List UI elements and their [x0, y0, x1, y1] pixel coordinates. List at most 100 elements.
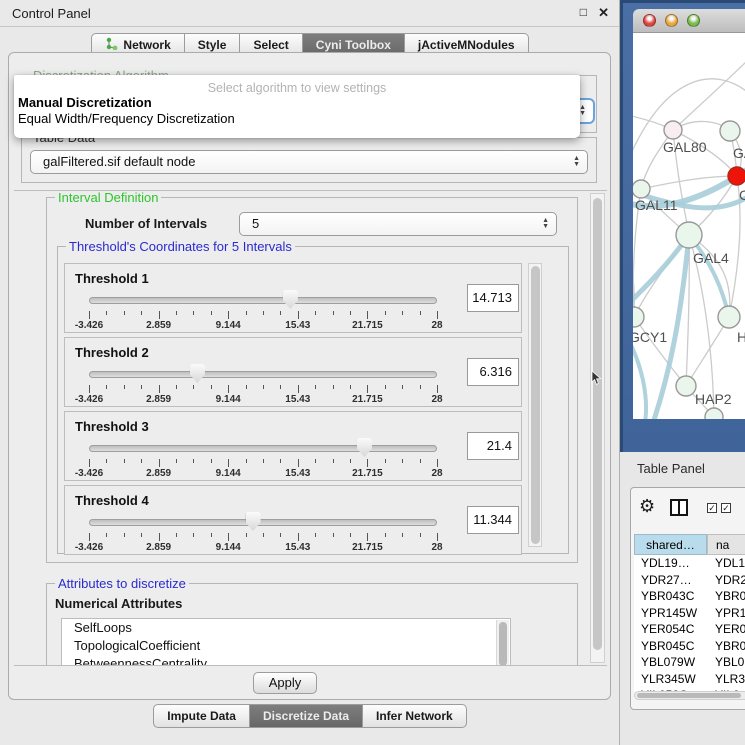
column-header-name[interactable]: na [707, 534, 745, 555]
node-top-right[interactable] [720, 121, 740, 141]
threshold-value-field[interactable]: 14.713 [467, 284, 519, 312]
node-bottom[interactable] [705, 408, 723, 419]
node-right[interactable] [718, 306, 740, 328]
algorithm-placeholder-option[interactable]: Select algorithm to view settings [14, 75, 580, 95]
table-cell[interactable]: YER0 [707, 621, 745, 638]
tab-infer-network[interactable]: Infer Network [363, 704, 467, 728]
minimize-traffic-light-icon[interactable] [665, 14, 678, 27]
slider-track[interactable] [89, 519, 437, 526]
algorithm-option[interactable]: Manual Discretization [14, 95, 580, 111]
table-row[interactable]: YER054CYER0 [634, 621, 745, 638]
table-cell[interactable]: YBR043C [634, 588, 707, 605]
threshold-value-field[interactable]: 21.4 [467, 432, 519, 460]
table-cell[interactable]: YBR0 [707, 588, 745, 605]
slider-handle[interactable] [246, 512, 261, 531]
node-gal80[interactable] [664, 121, 682, 139]
scrollbar-thumb[interactable] [637, 693, 741, 698]
scrollbar-thumb[interactable] [499, 622, 507, 666]
attributes-list-scrollbar[interactable] [496, 620, 509, 666]
attribute-list-item[interactable]: TopologicalCoefficient [62, 637, 510, 655]
checkbox-icon[interactable]: ✓ [721, 503, 731, 513]
attribute-list-item[interactable]: BetweennessCentrality [62, 655, 510, 666]
node-gcy1[interactable] [633, 307, 644, 327]
table-cell[interactable]: YLR345W [634, 671, 707, 688]
numerical-attributes-label: Numerical Attributes [55, 596, 182, 611]
apply-button[interactable]: Apply [253, 672, 317, 694]
slider-track[interactable] [89, 445, 437, 452]
table-cell[interactable]: YPR1 [707, 605, 745, 622]
table-cell[interactable]: YDR2 [707, 572, 745, 589]
table-row[interactable]: YBL079WYBL0 [634, 654, 745, 671]
threshold-label: Threshold 3 [75, 419, 149, 434]
zoom-traffic-light-icon[interactable] [687, 14, 700, 27]
float-window-icon[interactable]: □ [580, 5, 587, 19]
threshold-value-field[interactable]: 11.344 [467, 506, 519, 534]
network-view-window[interactable]: GAL80GACGAL11GAL4GCY1HHAP2 [620, 0, 745, 452]
table-cell[interactable]: YDL19… [634, 555, 707, 572]
algorithm-option[interactable]: Equal Width/Frequency Discretization [14, 111, 580, 127]
node-hap2[interactable] [676, 376, 696, 396]
slider-handle[interactable] [357, 438, 372, 457]
number-of-intervals-combobox[interactable]: 5 ▲▼ [239, 212, 557, 236]
tab-label: Discretize Data [263, 709, 349, 723]
node-gal11[interactable] [633, 180, 650, 198]
tab-label: Network [123, 38, 170, 52]
node-label: H [737, 329, 745, 345]
table-cell[interactable]: YLR3 [707, 671, 745, 688]
tick-label: 21.715 [352, 320, 383, 331]
numerical-attributes-list: SelfLoopsTopologicalCoefficientBetweenne… [61, 618, 511, 666]
table-row[interactable]: YBR045CYBR0 [634, 638, 745, 655]
table-cell[interactable]: YER054C [634, 621, 707, 638]
attribute-list-item[interactable]: SelfLoops [62, 619, 510, 637]
table-row[interactable]: YDL19…YDL1 [634, 555, 745, 572]
control-panel: Control Panel □ ✕ NetworkStyleSelectCyni… [0, 0, 620, 745]
table-cell[interactable]: YBR0 [707, 638, 745, 655]
table-cell[interactable]: YBL079W [634, 654, 707, 671]
node-gal4[interactable] [676, 222, 702, 248]
network-canvas[interactable]: GAL80GACGAL11GAL4GCY1HHAP2 [633, 33, 745, 419]
network-window-titlebar[interactable] [633, 9, 745, 33]
node-label: GA [733, 145, 745, 161]
tick-label: 15.43 [285, 394, 310, 405]
column-header-shared[interactable]: shared… [634, 534, 707, 555]
tab-label: Select [253, 38, 288, 52]
table-cell[interactable]: YDL1 [707, 555, 745, 572]
table-cell[interactable]: YPR145W [634, 605, 707, 622]
table-row[interactable]: YDR27…YDR2 [634, 572, 745, 589]
threshold-value-field[interactable]: 6.316 [467, 358, 519, 386]
network-edge[interactable] [689, 235, 730, 317]
slider-track[interactable] [89, 371, 437, 378]
thresholds-scrollbar[interactable] [528, 263, 542, 547]
settings-scrollbar[interactable] [590, 193, 605, 663]
gear-icon[interactable]: ⚙ [639, 496, 655, 517]
table-cell[interactable]: YBR045C [634, 638, 707, 655]
table-row[interactable]: YPR145WYPR1 [634, 605, 745, 622]
settings-scroll-area: Interval Definition Number of Intervals … [14, 190, 607, 666]
columns-icon[interactable] [670, 499, 688, 516]
table-cell[interactable]: YDR27… [634, 572, 707, 589]
table-cell[interactable]: YBL0 [707, 654, 745, 671]
table-row[interactable]: YBR043CYBR0 [634, 588, 745, 605]
slider-handle[interactable] [283, 290, 298, 309]
table-row[interactable]: YLR345WYLR3 [634, 671, 745, 688]
slider-handle[interactable] [190, 364, 205, 383]
scrollbar-thumb[interactable] [593, 198, 602, 650]
close-traffic-light-icon[interactable] [643, 14, 656, 27]
scrollbar-thumb[interactable] [531, 266, 540, 544]
threshold-panel: Threshold 2-3.4262.8599.14415.4321.71528… [64, 337, 522, 407]
tick-label: 21.715 [352, 468, 383, 479]
slider-track[interactable] [89, 297, 437, 304]
tab-discretize-data[interactable]: Discretize Data [250, 704, 363, 728]
network-edge-highlighted[interactable] [633, 337, 646, 419]
tab-impute-data[interactable]: Impute Data [153, 704, 250, 728]
combo-stepper-icon: ▲▼ [573, 156, 580, 168]
slider-tick-labels: -3.4262.8599.14415.4321.71528 [89, 542, 437, 553]
table-data-combobox[interactable]: galFiltered.sif default node ▲▼ [30, 150, 588, 174]
checkbox-icon[interactable]: ✓ [707, 503, 717, 513]
network-edge[interactable] [673, 57, 745, 130]
table-horizontal-scrollbar[interactable] [634, 691, 745, 700]
thresholds-group: Threshold's Coordinates for 5 Intervals … [57, 246, 569, 554]
node-red[interactable] [728, 167, 745, 185]
close-icon[interactable]: ✕ [598, 5, 609, 21]
slider-ticks [89, 385, 437, 394]
